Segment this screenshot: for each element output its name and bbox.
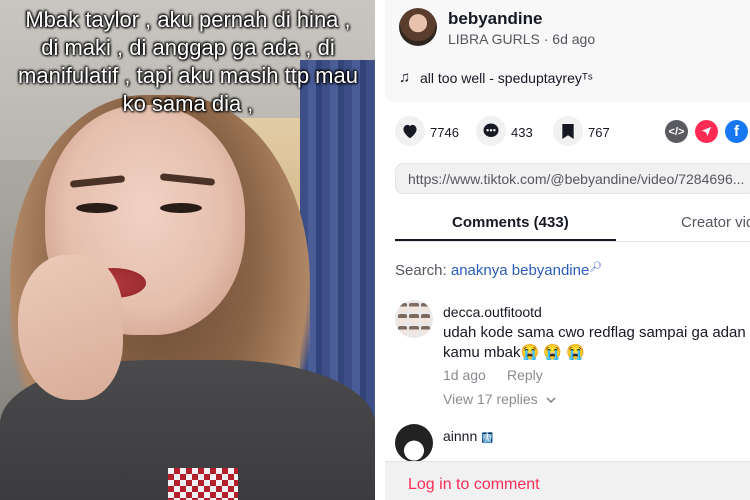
video-caption: Mbak taylor , aku pernah di hina , di ma… xyxy=(18,7,358,116)
commenter-avatar[interactable] xyxy=(395,300,433,338)
bookmark-icon xyxy=(562,123,574,139)
login-bar[interactable]: Log in to comment xyxy=(385,461,750,500)
video-hand xyxy=(18,255,123,400)
video-player[interactable]: Mbak taylor , aku pernah di hina , di ma… xyxy=(0,0,375,500)
author-meta: LIBRA GURLS · 6d ago xyxy=(448,31,595,47)
action-bar: 7746 433 767 </> f xyxy=(385,116,750,150)
comment-time: 1d ago xyxy=(443,367,486,383)
facebook-icon: f xyxy=(734,123,739,140)
tab-creator-videos[interactable]: Creator vid xyxy=(681,214,750,231)
author-username[interactable]: bebyandine xyxy=(448,9,542,29)
send-button[interactable] xyxy=(695,120,718,143)
comment-button[interactable] xyxy=(476,116,506,146)
comment-tabs: Comments (433) Creator vid xyxy=(395,204,750,242)
music-note-icon: ♫ xyxy=(399,69,411,86)
view-replies-label: View 17 replies xyxy=(443,391,538,407)
save-count: 767 xyxy=(588,125,610,140)
embed-code-icon: </> xyxy=(668,125,685,138)
music-title[interactable]: all too well - speduptayreyᵀˢ xyxy=(420,70,593,86)
user-badge: 🩻 xyxy=(481,433,494,444)
search-keyword[interactable]: anaknya bebyandine xyxy=(451,262,589,279)
save-button[interactable] xyxy=(553,116,583,146)
comment-count: 433 xyxy=(511,125,533,140)
search-suggestion[interactable]: Search: anaknya bebyandine🔎︎ xyxy=(395,262,602,279)
video-eye-right xyxy=(160,203,202,213)
details-panel: bebyandine LIBRA GURLS · 6d ago ♫ all to… xyxy=(385,0,750,500)
post-date: 6d ago xyxy=(552,31,596,47)
like-count: 7746 xyxy=(430,125,459,140)
facebook-share-button[interactable]: f xyxy=(725,120,748,143)
comment-text-line1: udah kode sama cwo redflag sampai ga ada… xyxy=(443,324,746,341)
meta-separator: · xyxy=(543,31,549,47)
panel-divider xyxy=(375,0,385,500)
comment-bubble-icon xyxy=(483,123,499,137)
commenter-username-text: ainnn xyxy=(443,428,478,444)
commenter-username[interactable]: decca.outfitootd xyxy=(443,304,542,320)
search-icon: 🔎︎ xyxy=(589,262,603,273)
send-arrow-icon xyxy=(701,126,712,137)
reply-button[interactable]: Reply xyxy=(507,367,543,383)
video-url-field[interactable]: https://www.tiktok.com/@bebyandine/video… xyxy=(395,163,750,194)
author-nickname: LIBRA GURLS xyxy=(448,31,540,47)
embed-button[interactable]: </> xyxy=(665,120,688,143)
commenter-avatar[interactable] xyxy=(395,424,433,462)
video-eye-left xyxy=(76,203,118,213)
video-checker-pattern xyxy=(168,468,238,500)
author-card: bebyandine LIBRA GURLS · 6d ago ♫ all to… xyxy=(385,0,750,102)
heart-icon xyxy=(403,124,417,139)
active-tab-indicator xyxy=(395,239,616,241)
comment-text-line2: kamu mbak😭 😭 😭 xyxy=(443,344,585,361)
commenter-username[interactable]: ainnn 🩻 xyxy=(443,428,494,444)
view-replies-button[interactable]: View 17 replies xyxy=(443,391,556,407)
search-prefix: Search: xyxy=(395,262,447,279)
chevron-down-icon xyxy=(546,397,556,404)
login-to-comment-link[interactable]: Log in to comment xyxy=(408,476,540,494)
author-avatar[interactable] xyxy=(399,8,437,46)
tab-comments[interactable]: Comments (433) xyxy=(452,214,569,231)
like-button[interactable] xyxy=(395,116,425,146)
